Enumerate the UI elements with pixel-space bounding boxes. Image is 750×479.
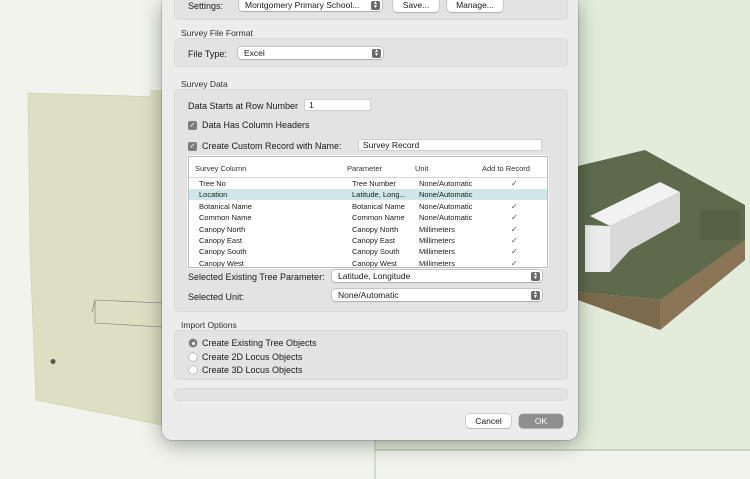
- chevron-updown-icon: ▲ ▼: [372, 48, 381, 58]
- site-parcel-shape: [27, 92, 163, 426]
- table-row[interactable]: Tree No Tree Number None/Automatic ✓: [189, 178, 547, 189]
- add-to-record-check[interactable]: ✓: [511, 259, 518, 267]
- unit-cell: Millimeters: [419, 224, 455, 234]
- empty-options-group: [174, 388, 568, 401]
- import-option-radio[interactable]: [189, 339, 197, 347]
- survey-column-cell: Canopy South: [199, 247, 247, 257]
- import-option-label: Create 3D Locus Objects: [202, 365, 303, 375]
- survey-data-title: Survey Data: [181, 79, 228, 89]
- table-row[interactable]: Canopy West Canopy West Millimeters ✓: [189, 258, 547, 268]
- import-options-title: Import Options: [181, 320, 237, 330]
- file-type-value: Excel: [244, 48, 265, 58]
- unit-cell: Millimeters: [419, 247, 455, 257]
- column-header-add-to-record[interactable]: Add to Record: [482, 164, 530, 173]
- parameter-cell: Latitude, Long...: [352, 190, 406, 200]
- settings-dropdown-value: Montgomery Primary School...: [245, 0, 360, 10]
- import-option-label: Create Existing Tree Objects: [202, 338, 317, 348]
- add-to-record-check[interactable]: ✓: [511, 225, 518, 234]
- cancel-button[interactable]: Cancel: [466, 414, 511, 428]
- parameter-cell: Tree Number: [352, 179, 396, 188]
- unit-cell: None/Automatic: [419, 213, 473, 223]
- start-row-input[interactable]: 1: [304, 99, 371, 111]
- column-header-unit[interactable]: Unit: [415, 164, 428, 173]
- chevron-updown-icon: ▲ ▼: [531, 271, 540, 281]
- add-to-record-check[interactable]: ✓: [511, 179, 518, 188]
- column-header-survey-column[interactable]: Survey Column: [195, 164, 246, 173]
- terrain-texture: [700, 210, 740, 240]
- start-row-label: Data Starts at Row Number: [188, 101, 299, 111]
- selected-unit-value: None/Automatic: [338, 290, 399, 300]
- add-to-record-check[interactable]: ✓: [511, 202, 518, 211]
- import-survey-dialog: Settings: Montgomery Primary School... ▲…: [162, 0, 578, 440]
- table-row[interactable]: Common Name Common Name None/Automatic ✓: [189, 212, 547, 223]
- parameter-cell: Botanical Name: [352, 201, 405, 211]
- table-row[interactable]: Canopy South Canopy South Millimeters ✓: [189, 246, 547, 257]
- custom-record-label: Create Custom Record with Name:: [202, 141, 342, 151]
- parameter-cell: Canopy South: [352, 247, 400, 257]
- custom-record-checkbox[interactable]: ✓: [188, 142, 197, 151]
- existing-param-label: Selected Existing Tree Parameter:: [188, 272, 325, 282]
- settings-dropdown[interactable]: Montgomery Primary School... ▲ ▼: [239, 0, 382, 11]
- settings-label: Settings:: [188, 1, 224, 11]
- building-mass-front: [585, 225, 610, 272]
- selected-unit-dropdown[interactable]: None/Automatic ▲ ▼: [332, 289, 542, 301]
- unit-cell: None/Automatic: [419, 201, 473, 211]
- survey-column-cell: Canopy North: [199, 224, 246, 234]
- survey-column-cell: Common Name: [199, 213, 252, 223]
- table-row[interactable]: Botanical Name Botanical Name None/Automat…: [189, 201, 547, 212]
- custom-record-name-input[interactable]: Survey Record: [358, 139, 542, 151]
- survey-column-cell: Canopy East: [199, 236, 242, 245]
- survey-file-format-title: Survey File Format: [181, 28, 253, 38]
- column-headers-label: Data Has Column Headers: [202, 120, 310, 130]
- existing-param-dropdown[interactable]: Latitude, Longitude ▲ ▼: [332, 270, 542, 282]
- unit-cell: Millimeters: [419, 236, 455, 245]
- unit-cell: None/Automatic: [419, 179, 473, 188]
- existing-param-value: Latitude, Longitude: [338, 271, 411, 281]
- chevron-updown-icon: ▲ ▼: [531, 290, 540, 300]
- add-to-record-check[interactable]: ✓: [511, 236, 518, 245]
- import-option-radio[interactable]: [189, 366, 197, 374]
- survey-column-table[interactable]: Survey Column Parameter Unit Add to Reco…: [188, 156, 548, 268]
- parameter-cell: Canopy North: [352, 224, 399, 234]
- unit-cell: Millimeters: [419, 258, 455, 268]
- chevron-updown-icon: ▲ ▼: [371, 0, 380, 10]
- file-type-dropdown[interactable]: Excel ▲ ▼: [238, 47, 383, 59]
- ok-button[interactable]: OK: [519, 414, 563, 428]
- unit-cell: None/Automatic: [419, 190, 473, 200]
- add-to-record-check[interactable]: ✓: [511, 213, 518, 222]
- save-button[interactable]: Save...: [393, 0, 439, 12]
- import-option-label: Create 2D Locus Objects: [202, 351, 303, 362]
- survey-column-cell: Botanical Name: [199, 201, 252, 211]
- parameter-cell: Canopy East: [352, 236, 395, 245]
- survey-column-cell: Canopy West: [199, 258, 244, 268]
- column-headers-checkbox[interactable]: ✓: [188, 121, 197, 130]
- parameter-cell: Canopy West: [352, 258, 397, 268]
- table-header: Survey Column Parameter Unit Add to Reco…: [189, 157, 547, 178]
- table-row[interactable]: Location Latitude, Long... None/Automatic: [189, 189, 547, 201]
- import-option-radio[interactable]: [189, 352, 197, 361]
- add-to-record-check[interactable]: ✓: [511, 247, 518, 256]
- table-row[interactable]: Canopy North Canopy North Millimeters ✓: [189, 224, 547, 235]
- table-row[interactable]: Canopy East Canopy East Millimeters ✓: [189, 235, 547, 246]
- survey-column-cell: Tree No: [199, 179, 226, 188]
- column-header-parameter[interactable]: Parameter: [347, 164, 382, 173]
- parameter-cell: Common Name: [352, 213, 405, 223]
- manage-button[interactable]: Manage...: [447, 0, 503, 12]
- survey-column-cell: Location: [199, 190, 228, 200]
- file-type-label: File Type:: [188, 49, 227, 59]
- selected-unit-label: Selected Unit:: [188, 292, 245, 302]
